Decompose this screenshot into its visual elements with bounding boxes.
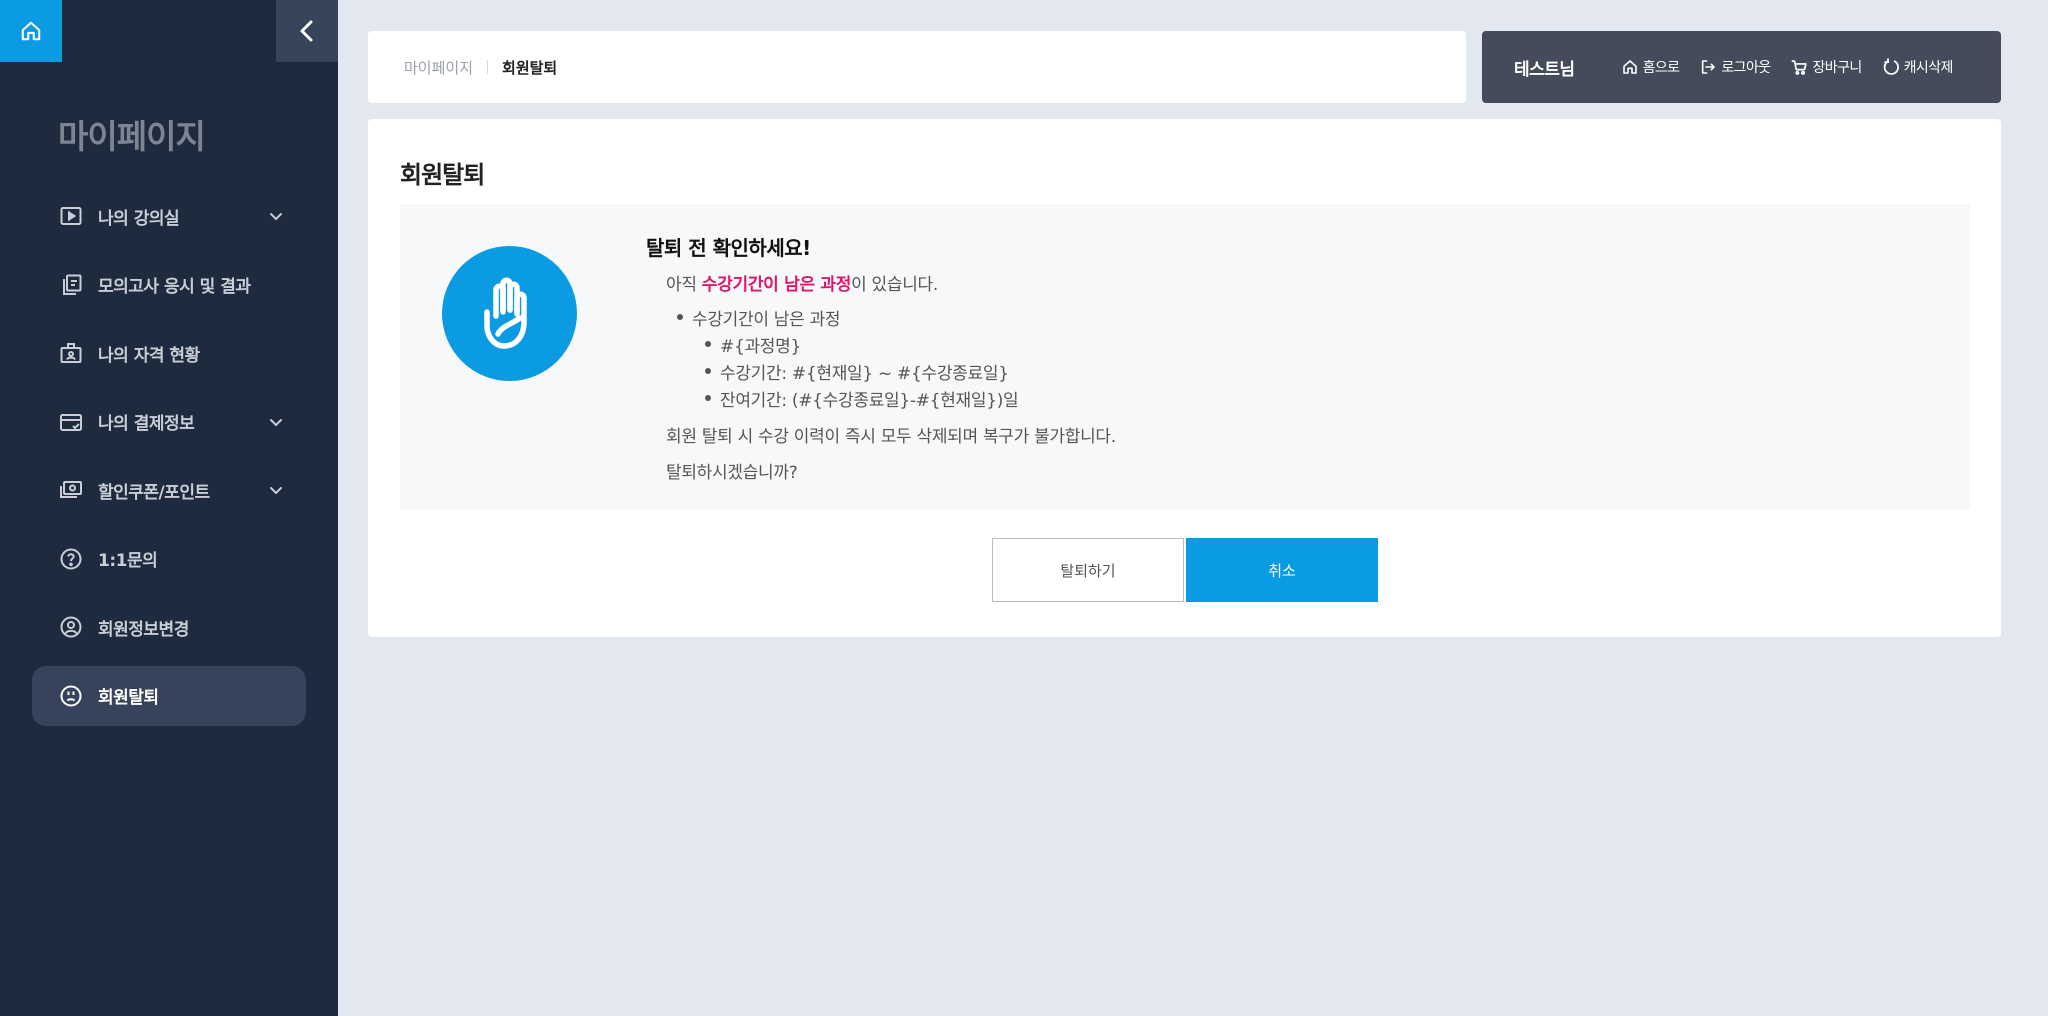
cart-label: 장바구니	[1812, 60, 1863, 76]
sidebar-item-withdrawal[interactable]: 회원탈퇴	[32, 665, 306, 726]
notice-sub-bullet-course: #{과정명}	[705, 332, 801, 357]
stop-hand-icon	[442, 246, 577, 381]
withdrawal-panel: 회원탈퇴 탈퇴 전 확인하세요! 아직 수강기간이 남은 과정이 있습니다. 수…	[368, 119, 2001, 637]
user-name: 테스트님	[1514, 59, 1575, 80]
sidebar-item-label: 나의 강의실	[98, 208, 180, 229]
breadcrumb-current: 회원탈퇴	[502, 58, 558, 77]
notice-line-suffix: 이 있습니다.	[851, 275, 939, 295]
sidebar-item-my-classroom[interactable]: 나의 강의실	[32, 186, 306, 246]
sidebar-item-mock-exam[interactable]: 모의고사 응시 및 결과	[32, 255, 306, 315]
logout-link[interactable]: 로그아웃	[1699, 57, 1771, 77]
withdrawal-notice: 탈퇴 전 확인하세요! 아직 수강기간이 남은 과정이 있습니다. 수강기간이 …	[400, 204, 1970, 509]
chevron-down-icon	[270, 418, 282, 426]
notice-warning: 회원 탈퇴 시 수강 이력이 즉시 모두 삭제되며 복구가 불가합니다.	[666, 427, 1116, 447]
sidebar-item-label: 1:1문의	[98, 551, 158, 571]
sad-face-icon	[58, 683, 84, 709]
sidebar-item-inquiry[interactable]: 1:1문의	[32, 529, 306, 589]
refresh-icon	[1882, 58, 1900, 76]
notice-sub-bullet-period: 수강기간: #{현재일} ~ #{수강종료일}	[705, 359, 1009, 384]
question-icon	[58, 546, 84, 572]
sidebar-item-qualification[interactable]: 나의 자격 현황	[32, 323, 306, 383]
chevron-down-icon	[270, 213, 282, 221]
sidebar-item-payment[interactable]: 나의 결제정보	[32, 392, 306, 452]
notice-bullet: 수강기간이 남은 과정	[676, 305, 841, 330]
sidebar: 마이페이지 나의 강의실 모의고사 응시 및 결과 나의 자격 현황 나의 결제…	[0, 0, 338, 1016]
home-icon	[21, 21, 41, 41]
sidebar-item-label: 나의 결제정보	[98, 414, 195, 434]
logout-label: 로그아웃	[1721, 60, 1771, 76]
notice-sub-bullet-remaining: 잔여기간: (#{수강종료일}-#{현재일})일	[704, 386, 1019, 411]
withdraw-button[interactable]: 탈퇴하기	[992, 538, 1184, 602]
notice-highlight: 수강기간이 남은 과정	[701, 275, 852, 295]
sidebar-item-profile-edit[interactable]: 회원정보변경	[32, 597, 306, 657]
credit-card-icon	[58, 409, 84, 435]
page-title: 회원탈퇴	[400, 161, 485, 189]
sidebar-title: 마이페이지	[58, 117, 206, 156]
breadcrumb: 마이페이지 회원탈퇴	[368, 31, 1466, 103]
sidebar-item-label: 나의 자격 현황	[98, 345, 200, 366]
logout-icon	[1699, 58, 1717, 76]
sidebar-item-label: 모의고사 응시 및 결과	[98, 277, 251, 297]
notice-line-prefix: 아직	[666, 275, 702, 295]
copy-document-icon	[58, 272, 84, 298]
clear-cache-link[interactable]: 캐시삭제	[1882, 57, 1953, 77]
sidebar-collapse-button[interactable]	[276, 0, 338, 62]
clear-cache-label: 캐시삭제	[1903, 60, 1954, 76]
notice-heading: 탈퇴 전 확인하세요!	[646, 236, 811, 260]
sidebar-item-label: 할인쿠폰/포인트	[98, 482, 210, 503]
sidebar-item-label: 회원정보변경	[98, 619, 189, 640]
notice-question: 탈퇴하시겠습니까?	[666, 463, 798, 483]
notice-remaining-course-line: 아직 수강기간이 남은 과정이 있습니다.	[666, 270, 938, 295]
money-icon	[58, 477, 84, 503]
chevron-down-icon	[270, 487, 282, 495]
chevron-left-icon	[300, 20, 313, 42]
breadcrumb-divider	[487, 60, 489, 74]
home-icon	[1621, 58, 1639, 76]
go-home-link[interactable]: 홈으로	[1621, 57, 1680, 77]
user-bar: 테스트님 홈으로 로그아웃 장바구니 캐시삭제	[1482, 31, 2001, 103]
breadcrumb-parent[interactable]: 마이페이지	[404, 57, 473, 78]
user-circle-icon	[58, 614, 84, 640]
id-badge-icon	[58, 340, 84, 366]
cart-link[interactable]: 장바구니	[1791, 57, 1862, 77]
sidebar-item-coupon-point[interactable]: 할인쿠폰/포인트	[32, 460, 306, 520]
sidebar-item-label: 회원탈퇴	[98, 688, 159, 708]
play-video-icon	[58, 203, 84, 229]
cancel-button[interactable]: 취소	[1186, 538, 1378, 602]
sidebar-menu: 나의 강의실 모의고사 응시 및 결과 나의 자격 현황 나의 결제정보 할인쿠…	[32, 186, 306, 734]
cart-icon	[1791, 58, 1809, 76]
home-button[interactable]	[0, 0, 62, 62]
go-home-label: 홈으로	[1642, 60, 1680, 76]
